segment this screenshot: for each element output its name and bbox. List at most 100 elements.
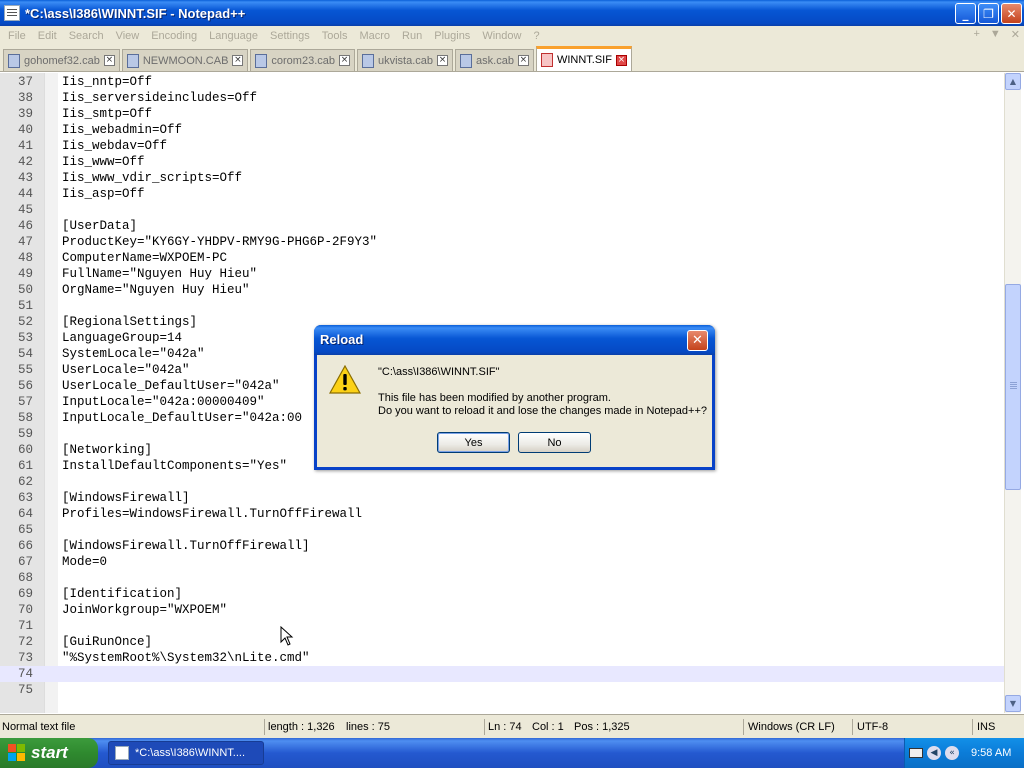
status-file-type: Normal text file — [2, 721, 76, 733]
scrollbar-thumb[interactable] — [1005, 284, 1021, 490]
line-number: 58 — [17, 411, 33, 425]
yes-button[interactable]: Yes — [437, 432, 510, 453]
status-encoding: UTF-8 — [852, 719, 888, 735]
menu-settings[interactable]: Settings — [264, 30, 316, 42]
editor-line[interactable]: 39 Iis_smtp=Off — [0, 106, 1004, 122]
menu-help[interactable]: ? — [527, 30, 545, 42]
editor-line[interactable]: 67 Mode=0 — [0, 554, 1004, 570]
editor-line[interactable]: 46 [UserData] — [0, 218, 1004, 234]
editor-line[interactable]: 43 Iis_www_vdir_scripts=Off — [0, 170, 1004, 186]
dialog-close-button[interactable]: ✕ — [687, 330, 708, 351]
thumb-grip-icon — [1010, 382, 1017, 383]
dialog-message-line1: This file has been modified by another p… — [378, 392, 611, 404]
tab-close-icon[interactable]: × — [103, 55, 115, 66]
clock[interactable]: 9:58 AM — [971, 747, 1011, 759]
no-button[interactable]: No — [518, 432, 591, 453]
editor-line[interactable]: 74 — [0, 666, 1004, 682]
line-text: Iis_webdav=Off — [62, 139, 168, 153]
tab-ukvista[interactable]: ukvista.cab × — [357, 49, 454, 71]
editor-line[interactable]: 42 Iis_www=Off — [0, 154, 1004, 170]
tab-corom23[interactable]: corom23.cab × — [250, 49, 355, 71]
line-number: 61 — [17, 459, 33, 473]
editor-line[interactable]: 41 Iis_webdav=Off — [0, 138, 1004, 154]
tab-winnt-sif[interactable]: WINNT.SIF × — [535, 46, 632, 71]
editor-line[interactable]: 66 [WindowsFirewall.TurnOffFirewall] — [0, 538, 1004, 554]
menu-file[interactable]: File — [2, 30, 32, 42]
tab-close-icon[interactable]: × — [437, 55, 449, 66]
editor-line[interactable]: 48 ComputerName=WXPOEM-PC — [0, 250, 1004, 266]
taskbar-notepad-button[interactable]: *C:\ass\I386\WINNT.... — [108, 741, 264, 765]
menu-macro[interactable]: Macro — [353, 30, 396, 42]
vertical-scrollbar[interactable]: ▲ ▼ — [1004, 73, 1021, 713]
new-tab-plus-icon[interactable]: + — [973, 28, 979, 41]
tab-close-icon[interactable]: × — [517, 55, 529, 66]
editor-line[interactable]: 73 "%SystemRoot%\System32\nLite.cmd" — [0, 650, 1004, 666]
editor-line[interactable]: 37 Iis_nntp=Off — [0, 74, 1004, 90]
line-number: 50 — [17, 283, 33, 297]
dialog-title-bar[interactable]: Reload — [314, 325, 715, 355]
line-number: 41 — [17, 139, 33, 153]
editor-line[interactable]: 45 — [0, 202, 1004, 218]
minimize-button[interactable]: _ — [955, 3, 976, 24]
close-button[interactable]: ✕ — [1001, 3, 1022, 24]
tab-ask[interactable]: ask.cab × — [455, 49, 534, 71]
menu-run[interactable]: Run — [396, 30, 428, 42]
tab-close-icon[interactable]: × — [339, 55, 350, 66]
scroll-up-button[interactable]: ▲ — [1005, 73, 1021, 90]
tab-label: NEWMOON.CAB — [142, 54, 229, 67]
editor-line[interactable]: 71 — [0, 618, 1004, 634]
editor-line[interactable]: 68 — [0, 570, 1004, 586]
tray-back-icon[interactable]: ◀ — [927, 746, 941, 760]
line-text: FullName="Nguyen Huy Hieu" — [62, 267, 258, 281]
tab-label: WINNT.SIF — [556, 54, 612, 66]
editor-line[interactable]: 62 — [0, 474, 1004, 490]
tab-list-dropdown-icon[interactable]: ▼ — [990, 28, 1001, 41]
editor-line[interactable]: 72 [GuiRunOnce] — [0, 634, 1004, 650]
start-button[interactable]: start — [0, 738, 98, 768]
reload-dialog: Reload ✕ "C:\ass\I386\WINNT.SIF" This fi… — [314, 325, 715, 470]
menu-view[interactable]: View — [110, 30, 146, 42]
line-number: 67 — [17, 555, 33, 569]
status-eol: Windows (CR LF) — [743, 719, 835, 735]
line-number: 38 — [17, 91, 33, 105]
editor-line[interactable]: 64 Profiles=WindowsFirewall.TurnOffFirewa… — [0, 506, 1004, 522]
line-text: Iis_serversideincludes=Off — [62, 91, 258, 105]
menu-search[interactable]: Search — [63, 30, 110, 42]
editor-line[interactable]: 47 ProductKey="KY6GY-YHDPV-RMY9G-PHG6P-2F… — [0, 234, 1004, 250]
tab-close-icon[interactable]: × — [232, 55, 244, 66]
editor-line[interactable]: 65 — [0, 522, 1004, 538]
editor-line[interactable]: 44 Iis_asp=Off — [0, 186, 1004, 202]
tab-close-icon[interactable]: × — [615, 54, 627, 66]
line-number: 44 — [17, 187, 33, 201]
line-text: [WindowsFirewall] — [62, 491, 190, 505]
maximize-button[interactable]: ❐ — [978, 3, 999, 24]
editor-line[interactable]: 50 OrgName="Nguyen Huy Hieu" — [0, 282, 1004, 298]
editor-line[interactable]: 70 JoinWorkgroup="WXPOEM" — [0, 602, 1004, 618]
editor-line[interactable]: 38 Iis_serversideincludes=Off — [0, 90, 1004, 106]
menu-tools[interactable]: Tools — [316, 30, 354, 42]
line-number: 40 — [17, 123, 33, 137]
dialog-title: Reload — [320, 332, 364, 347]
menu-encoding[interactable]: Encoding — [145, 30, 203, 42]
menu-plugins[interactable]: Plugins — [428, 30, 476, 42]
menu-window[interactable]: Window — [476, 30, 527, 42]
line-number: 73 — [17, 651, 33, 665]
editor-line[interactable]: 63 [WindowsFirewall] — [0, 490, 1004, 506]
editor-line[interactable]: 51 — [0, 298, 1004, 314]
tray-expand-icon[interactable]: « — [945, 746, 959, 760]
line-number: 49 — [17, 267, 33, 281]
menu-edit[interactable]: Edit — [32, 30, 63, 42]
status-lines: lines : 75 — [346, 721, 391, 733]
close-document-icon[interactable]: ✕ — [1011, 28, 1020, 41]
title-bar[interactable]: *C:\ass\I386\WINNT.SIF - Notepad++ _ ❐ ✕ — [0, 0, 1024, 26]
menu-language[interactable]: Language — [203, 30, 264, 42]
editor-line[interactable]: 69 [Identification] — [0, 586, 1004, 602]
editor-line[interactable]: 75 — [0, 682, 1004, 698]
notepad-icon — [115, 746, 129, 760]
editor-line[interactable]: 40 Iis_webadmin=Off — [0, 122, 1004, 138]
scroll-down-button[interactable]: ▼ — [1005, 695, 1021, 712]
keyboard-icon[interactable] — [909, 748, 923, 758]
editor-line[interactable]: 49 FullName="Nguyen Huy Hieu" — [0, 266, 1004, 282]
tab-newmoon[interactable]: NEWMOON.CAB × — [121, 49, 249, 71]
tab-gohomef32[interactable]: gohomef32.cab × — [3, 49, 120, 71]
